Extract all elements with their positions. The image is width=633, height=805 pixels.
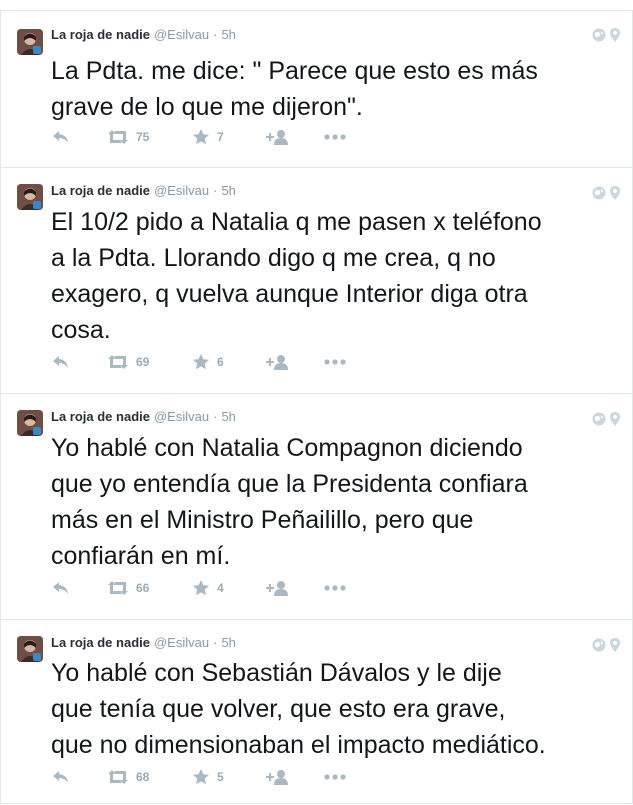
more-icon	[324, 134, 346, 140]
timeline: La roja de nadie @Esilvau · 5h La Pdta. me …	[0, 0, 633, 805]
separator: ·	[213, 183, 218, 198]
separator: ·	[213, 27, 218, 42]
retweet-button[interactable]: 75	[108, 127, 149, 147]
reply-icon	[53, 771, 68, 783]
star-icon	[193, 354, 209, 370]
avatar[interactable]	[17, 184, 43, 210]
follow-button[interactable]	[266, 578, 288, 598]
tweet-header: La roja de nadie @Esilvau · 5h	[51, 634, 236, 652]
tweet[interactable]: La roja de nadie @Esilvau · 5h El 10/2 pido…	[0, 168, 633, 394]
reply-icon	[53, 131, 68, 143]
tweet-header: La roja de nadie @Esilvau · 5h	[51, 182, 236, 200]
follow-icon	[266, 130, 288, 145]
author-handle[interactable]: @Esilvau	[154, 27, 209, 42]
more-button[interactable]	[324, 767, 346, 787]
reply-button[interactable]	[53, 578, 69, 598]
tweet-header: La roja de nadie @Esilvau · 5h	[51, 408, 236, 426]
location-pin-icon	[610, 412, 620, 426]
location-pin-icon	[610, 186, 620, 200]
more-icon	[324, 774, 346, 780]
more-icon	[324, 585, 346, 591]
tweet-actions: 66 4	[51, 578, 371, 598]
author-name[interactable]: La roja de nadie	[51, 183, 150, 198]
avatar[interactable]	[17, 29, 43, 55]
favorite-count: 6	[217, 355, 224, 369]
author-name[interactable]: La roja de nadie	[51, 27, 150, 42]
follow-button[interactable]	[266, 127, 288, 147]
timestamp[interactable]: 5h	[221, 183, 235, 198]
timeline-top-divider	[0, 0, 633, 11]
favorite-button[interactable]: 6	[193, 352, 224, 372]
reply-icon	[53, 582, 68, 594]
tweet-header: La roja de nadie @Esilvau · 5h	[51, 26, 236, 44]
tweet-text: El 10/2 pido a Natalia q me pasen x telé…	[51, 208, 542, 344]
tweet[interactable]: La roja de nadie @Esilvau · 5h Yo hablé con…	[0, 620, 633, 804]
tweet[interactable]: La roja de nadie @Esilvau · 5h Yo hablé con…	[0, 394, 633, 620]
separator: ·	[213, 409, 218, 424]
retweet-icon	[108, 770, 128, 784]
tweet-actions: 75 7	[51, 127, 371, 147]
retweet-button[interactable]: 68	[108, 767, 149, 787]
favorite-button[interactable]: 4	[193, 578, 224, 598]
more-button[interactable]	[324, 578, 346, 598]
tweet-actions: 69 6	[51, 352, 371, 372]
star-icon	[193, 129, 209, 145]
author-name[interactable]: La roja de nadie	[51, 409, 150, 424]
follow-button[interactable]	[266, 767, 288, 787]
author-handle[interactable]: @Esilvau	[154, 409, 209, 424]
reply-button[interactable]	[53, 767, 69, 787]
tweet-text: La Pdta. me dice: " Parece que esto es m…	[51, 57, 538, 121]
follow-icon	[266, 770, 288, 785]
follow-icon	[266, 355, 288, 370]
reply-button[interactable]	[53, 127, 69, 147]
location-pin-icon	[610, 638, 620, 652]
tweet-text: Yo hablé con Natalia Compagnon diciendo …	[51, 434, 528, 570]
timestamp[interactable]: 5h	[221, 635, 235, 650]
follow-icon	[266, 581, 288, 596]
reply-button[interactable]	[53, 352, 69, 372]
globe-icon	[592, 638, 606, 652]
retweet-count: 68	[136, 770, 150, 784]
globe-icon	[592, 412, 606, 426]
retweet-icon	[108, 355, 128, 369]
avatar[interactable]	[17, 410, 43, 436]
favorite-count: 5	[217, 770, 224, 784]
favorite-count: 7	[217, 130, 224, 144]
favorite-button[interactable]: 7	[193, 127, 224, 147]
globe-icon	[592, 28, 606, 42]
more-icon	[324, 359, 346, 365]
retweet-icon	[108, 581, 128, 595]
location-pin-icon	[610, 28, 620, 42]
retweet-count: 75	[136, 130, 150, 144]
retweet-count: 66	[136, 581, 150, 595]
more-button[interactable]	[324, 352, 346, 372]
reply-icon	[53, 356, 68, 368]
avatar[interactable]	[17, 636, 43, 662]
separator: ·	[213, 635, 218, 650]
favorite-button[interactable]: 5	[193, 767, 224, 787]
more-button[interactable]	[324, 127, 346, 147]
timestamp[interactable]: 5h	[221, 409, 235, 424]
retweet-icon	[108, 130, 128, 144]
star-icon	[193, 580, 209, 596]
favorite-count: 4	[217, 581, 224, 595]
tweet[interactable]: La roja de nadie @Esilvau · 5h La Pdta. me …	[0, 11, 633, 168]
star-icon	[193, 769, 209, 785]
tweet-actions: 68 5	[51, 767, 371, 787]
follow-button[interactable]	[266, 352, 288, 372]
retweet-button[interactable]: 66	[108, 578, 149, 598]
tweet-text: Yo hablé con Sebastián Dávalos y le dije…	[51, 659, 546, 759]
globe-icon	[592, 186, 606, 200]
author-name[interactable]: La roja de nadie	[51, 635, 150, 650]
retweet-button[interactable]: 69	[108, 352, 149, 372]
author-handle[interactable]: @Esilvau	[154, 635, 209, 650]
retweet-count: 69	[136, 355, 150, 369]
author-handle[interactable]: @Esilvau	[154, 183, 209, 198]
timestamp[interactable]: 5h	[221, 27, 235, 42]
